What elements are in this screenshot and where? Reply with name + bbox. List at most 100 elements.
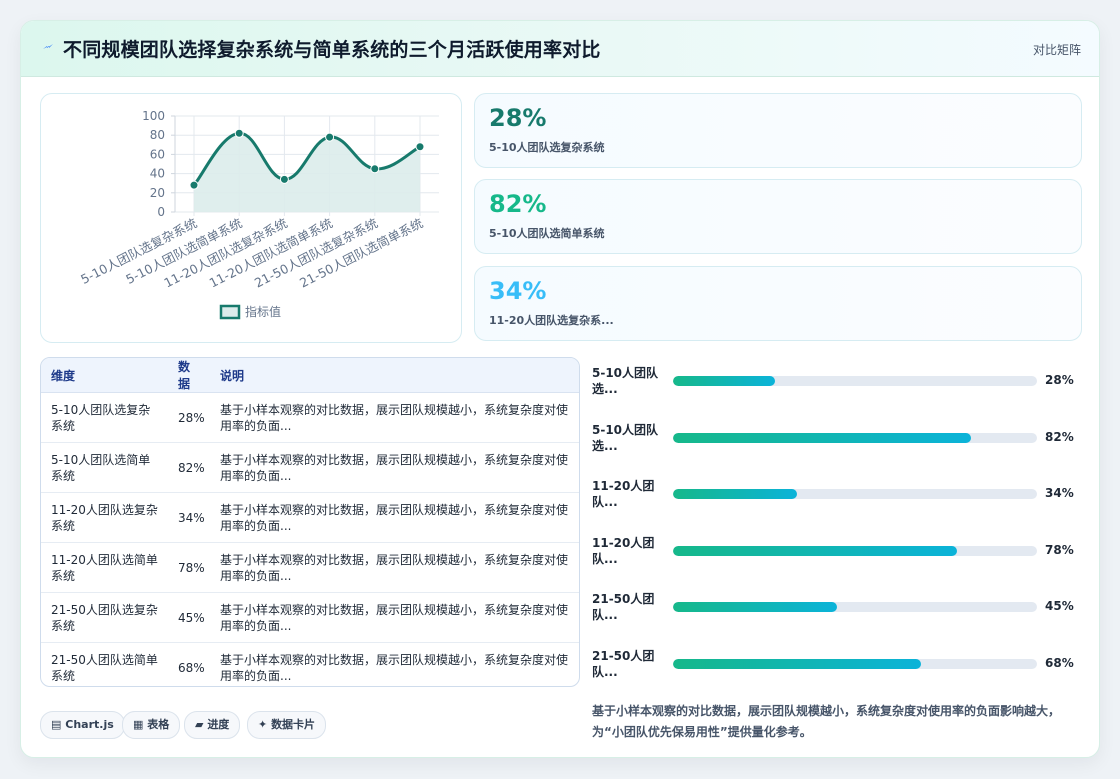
progress-row: 11-20人团队... 34% bbox=[592, 476, 1082, 516]
chip-label: 数据卡片 bbox=[271, 718, 316, 731]
cell-value: 68% bbox=[178, 660, 205, 675]
table-icon: ▦ bbox=[133, 718, 144, 731]
cell-description: 基于小样本观察的对比数据，展示团队规模越小，系统复杂度对使用率的负面... bbox=[210, 442, 579, 493]
cell-dimension: 21-50人团队选复杂系统 bbox=[41, 592, 168, 643]
lightning-icon bbox=[43, 44, 53, 49]
progress-track bbox=[673, 546, 1037, 556]
progress-track bbox=[673, 376, 1037, 386]
cell-dimension: 21-50人团队选简单系统 bbox=[51, 652, 158, 683]
progress-fill bbox=[673, 659, 921, 669]
cell-description: 基于小样本观察的对比数据，展示团队规模越小，系统复杂度对使用率的负面... bbox=[210, 492, 579, 543]
column-header-dimension: 维度 bbox=[41, 358, 168, 393]
series-area bbox=[194, 133, 420, 212]
y-tick-label: 100 bbox=[142, 109, 165, 123]
table-row: 21-50人团队选复杂系统 45% 基于小样本观察的对比数据，展示团队规模越小，… bbox=[41, 592, 579, 643]
progress-percent: 45% bbox=[1045, 599, 1074, 613]
data-point bbox=[234, 128, 244, 138]
table-header-row: 维度 数据 说明 bbox=[41, 358, 579, 393]
stat-card: 28% 5-10人团队选复杂系统 bbox=[474, 93, 1082, 168]
y-tick-label: 40 bbox=[150, 167, 165, 181]
progress-fill bbox=[673, 546, 957, 556]
progress-track bbox=[673, 489, 1037, 499]
progress-fill bbox=[673, 376, 775, 386]
cell-description: 基于小样本观察的对比数据，展示团队规模越小，系统复杂度对使用率的负面... bbox=[210, 542, 579, 593]
progress-percent: 82% bbox=[1045, 430, 1074, 444]
progress-label: 11-20人团队... bbox=[592, 536, 655, 566]
data-table: 维度 数据 说明 5-10人团队选复杂系统 28% 基于小样本观察的对比数据，展… bbox=[40, 357, 580, 687]
page-title: 不同规模团队选择复杂系统与简单系统的三个月活跃使用率对比 bbox=[63, 39, 601, 61]
cell-value: 34% bbox=[168, 492, 210, 543]
progress-icon: ▰ bbox=[195, 718, 204, 731]
chip-label: 表格 bbox=[147, 718, 170, 731]
table-row: 11-20人团队选简单系统 78% 基于小样本观察的对比数据，展示团队规模越小，… bbox=[41, 542, 579, 593]
table-row: 5-10人团队选简单系统 82% 基于小样本观察的对比数据，展示团队规模越小，系… bbox=[41, 442, 579, 493]
data-point bbox=[370, 164, 380, 174]
stat-value: 34% bbox=[489, 277, 547, 305]
progress-row: 21-50人团队... 45% bbox=[592, 589, 1082, 629]
cell-dimension: 5-10人团队选复杂系统 bbox=[41, 392, 168, 443]
table-row: 11-20人团队选复杂系统 34% 基于小样本观察的对比数据，展示团队规模越小，… bbox=[41, 492, 579, 543]
progress-row: 5-10人团队选... 28% bbox=[592, 363, 1082, 403]
data-point bbox=[415, 142, 425, 152]
cell-dimension: 11-20人团队选简单系统 bbox=[41, 542, 168, 593]
chip-chartjs[interactable]: ▤ Chart.js bbox=[40, 711, 125, 739]
chip-data-card[interactable]: ✦ 数据卡片 bbox=[247, 711, 327, 739]
progress-row: 5-10人团队选... 82% bbox=[592, 420, 1082, 460]
chip-progress[interactable]: ▰ 进度 bbox=[184, 711, 241, 739]
cell-dimension: 5-10人团队选简单系统 bbox=[41, 442, 168, 493]
y-tick-label: 0 bbox=[157, 205, 165, 219]
data-point bbox=[189, 180, 199, 190]
data-point bbox=[279, 174, 289, 184]
progress-row: 11-20人团队... 78% bbox=[592, 533, 1082, 573]
card-header: 不同规模团队选择复杂系统与简单系统的三个月活跃使用率对比 对比矩阵 bbox=[21, 21, 1099, 77]
cell-description: 基于小样本观察的对比数据，展示团队规模越小，系统复杂度对使用率的负面... bbox=[220, 652, 569, 683]
cell-value: 78% bbox=[168, 542, 210, 593]
progress-label: 5-10人团队选... bbox=[592, 366, 659, 396]
sparkle-icon: ✦ bbox=[258, 718, 268, 731]
progress-percent: 28% bbox=[1045, 373, 1074, 387]
cell-value: 82% bbox=[168, 442, 210, 493]
y-tick-label: 80 bbox=[150, 128, 165, 142]
chip-label: 进度 bbox=[207, 718, 230, 731]
progress-percent: 78% bbox=[1045, 543, 1074, 557]
legend-swatch bbox=[219, 304, 241, 320]
table-row: 21-50人团队选简单系统 68% 基于小样本观察的对比数据，展示团队规模越小，… bbox=[41, 643, 579, 687]
progress-label: 21-50人团队... bbox=[592, 592, 655, 622]
progress-label: 11-20人团队... bbox=[592, 479, 655, 509]
y-tick-label: 60 bbox=[150, 147, 165, 161]
progress-percent: 68% bbox=[1045, 656, 1074, 670]
stat-label: 5-10人团队选简单系统 bbox=[489, 227, 605, 240]
cell-dimension: 11-20人团队选复杂系统 bbox=[41, 492, 168, 543]
comparison-card: 不同规模团队选择复杂系统与简单系统的三个月活跃使用率对比 对比矩阵 0 20 40 6… bbox=[20, 20, 1100, 758]
progress-fill bbox=[673, 602, 837, 612]
progress-track bbox=[673, 433, 1037, 443]
progress-label: 21-50人团队... bbox=[592, 649, 655, 679]
progress-track bbox=[673, 659, 1037, 669]
stat-card: 34% 11-20人团队选复杂系... bbox=[474, 266, 1082, 341]
table-row: 5-10人团队选复杂系统 28% 基于小样本观察的对比数据，展示团队规模越小，系… bbox=[41, 392, 579, 443]
chart-icon: ▤ bbox=[51, 718, 62, 731]
y-tick-label: 20 bbox=[150, 186, 165, 200]
cell-description: 基于小样本观察的对比数据，展示团队规模越小，系统复杂度对使用率的负面... bbox=[210, 392, 579, 443]
column-header-value: 数据 bbox=[168, 358, 210, 393]
chip-label: Chart.js bbox=[65, 718, 114, 731]
data-point bbox=[325, 132, 335, 142]
stat-card: 82% 5-10人团队选简单系统 bbox=[474, 179, 1082, 254]
progress-label: 5-10人团队选... bbox=[592, 423, 659, 453]
line-chart-panel: 0 20 40 60 80 100 5-10人团队选复杂系统 5-10人团队选简单系统 11-2… bbox=[40, 93, 462, 343]
line-chart: 0204060801005-10人团队选复杂系统5-10人团队选简单系统11-2… bbox=[78, 109, 439, 320]
progress-fill bbox=[673, 489, 797, 499]
progress-percent: 34% bbox=[1045, 486, 1074, 500]
view-mode-label: 对比矩阵 bbox=[1032, 43, 1081, 57]
chip-table[interactable]: ▦ 表格 bbox=[122, 711, 181, 739]
progress-track bbox=[673, 602, 1037, 612]
cell-value: 45% bbox=[168, 592, 210, 643]
cell-description: 基于小样本观察的对比数据，展示团队规模越小，系统复杂度对使用率的负面... bbox=[210, 592, 579, 643]
summary-text: 基于小样本观察的对比数据，展示团队规模越小，系统复杂度对使用率的负面影响越大，为… bbox=[592, 704, 1061, 739]
stat-label: 11-20人团队选复杂系... bbox=[489, 314, 614, 327]
cell-value: 28% bbox=[168, 392, 210, 443]
stat-value: 28% bbox=[489, 104, 547, 132]
progress-row: 21-50人团队... 68% bbox=[592, 646, 1082, 686]
stat-label: 5-10人团队选复杂系统 bbox=[489, 141, 605, 154]
legend-label: 指标值 bbox=[245, 304, 281, 319]
